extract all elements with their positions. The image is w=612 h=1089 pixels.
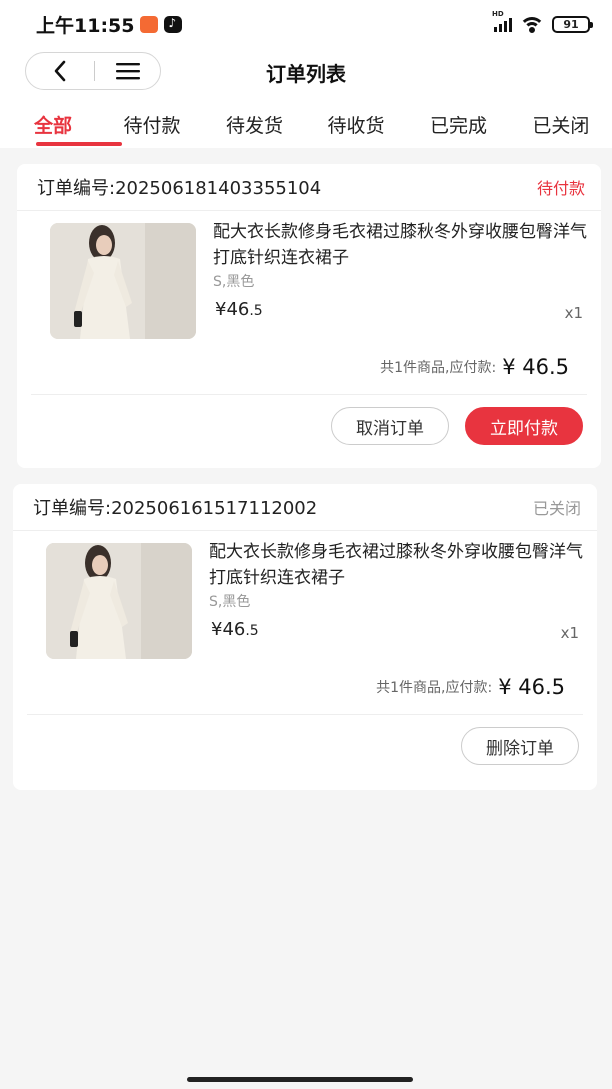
- tab-pending-receipt[interactable]: 待收货: [327, 100, 429, 148]
- tiktok-icon: [164, 15, 183, 33]
- product-image[interactable]: [46, 543, 192, 659]
- tab-pending-shipment[interactable]: 待发货: [226, 100, 327, 148]
- summary-label: 共1件商品,应付款:: [380, 359, 497, 376]
- app-notification-icon: [140, 15, 159, 33]
- summary-amount: ¥ 46.5: [498, 674, 565, 699]
- status-bar: 上午11:55 HD 91: [0, 0, 612, 48]
- signal-icon: HD: [492, 10, 512, 32]
- menu-button[interactable]: [95, 53, 160, 89]
- product-spec: S,黑色: [213, 274, 255, 290]
- delete-order-button[interactable]: 删除订单: [461, 727, 579, 765]
- tab-closed[interactable]: 已关闭: [532, 100, 612, 148]
- order-card: 订单编号:202506161517112002 已关闭 配大衣长款修身毛衣裙过膝…: [13, 484, 597, 790]
- product-image[interactable]: [50, 223, 196, 339]
- chevron-left-icon: [54, 60, 66, 82]
- product-title: 配大衣长款修身毛衣裙过膝秋冬外穿收腰包臀洋气打底针织连衣裙子: [213, 222, 587, 268]
- wifi-icon: [520, 15, 544, 33]
- clock: 上午11:55: [36, 14, 135, 37]
- order-header: 订单编号:202506161517112002 已关闭: [13, 484, 597, 531]
- product-quantity: x1: [564, 304, 583, 322]
- order-status: 已关闭: [532, 499, 581, 518]
- order-header: 订单编号:202506181403355104 待付款: [17, 164, 601, 211]
- order-status: 待付款: [536, 179, 585, 198]
- order-actions: 取消订单 立即付款: [17, 395, 601, 457]
- order-card: 订单编号:202506181403355104 待付款 配大衣长款修身毛衣裙过膝…: [17, 164, 601, 468]
- product-quantity: x1: [560, 624, 579, 642]
- tab-all[interactable]: 全部: [34, 100, 124, 148]
- summary-amount: ¥ 46.5: [502, 354, 569, 379]
- order-summary: 共1件商品,应付款: ¥ 46.5: [27, 659, 583, 715]
- product-title: 配大衣长款修身毛衣裙过膝秋冬外穿收腰包臀洋气打底针织连衣裙子: [209, 542, 583, 588]
- product-spec: S,黑色: [209, 594, 251, 610]
- product-price: ¥46.5: [215, 299, 263, 320]
- tab-completed[interactable]: 已完成: [430, 100, 532, 148]
- summary-label: 共1件商品,应付款:: [376, 679, 493, 696]
- order-actions: 删除订单: [13, 715, 597, 777]
- nav-capsule: [25, 52, 161, 90]
- tab-pending-payment[interactable]: 待付款: [124, 100, 226, 148]
- status-left: 上午11:55: [36, 11, 183, 38]
- battery-icon: 91: [552, 15, 593, 33]
- cancel-order-button[interactable]: 取消订单: [331, 407, 449, 445]
- back-button[interactable]: [26, 53, 94, 89]
- hamburger-icon: [115, 63, 140, 80]
- home-indicator[interactable]: [187, 1077, 413, 1082]
- order-item[interactable]: 配大衣长款修身毛衣裙过膝秋冬外穿收腰包臀洋气打底针织连衣裙子 S,黑色 ¥46.…: [13, 531, 597, 659]
- order-number: 订单编号:202506161517112002: [33, 498, 318, 519]
- header: 上午11:55 HD 91: [0, 0, 612, 148]
- pay-now-button[interactable]: 立即付款: [465, 407, 583, 445]
- product-price: ¥46.5: [211, 619, 259, 640]
- status-right: HD 91: [492, 10, 593, 33]
- order-item[interactable]: 配大衣长款修身毛衣裙过膝秋冬外穿收腰包臀洋气打底针织连衣裙子 S,黑色 ¥46.…: [17, 211, 601, 339]
- order-tabs: 全部 待付款 待发货 待收货 已完成 已关闭: [0, 100, 612, 148]
- order-number: 订单编号:202506181403355104: [37, 178, 322, 199]
- order-summary: 共1件商品,应付款: ¥ 46.5: [31, 339, 587, 395]
- nav-bar: 订单列表: [0, 48, 612, 100]
